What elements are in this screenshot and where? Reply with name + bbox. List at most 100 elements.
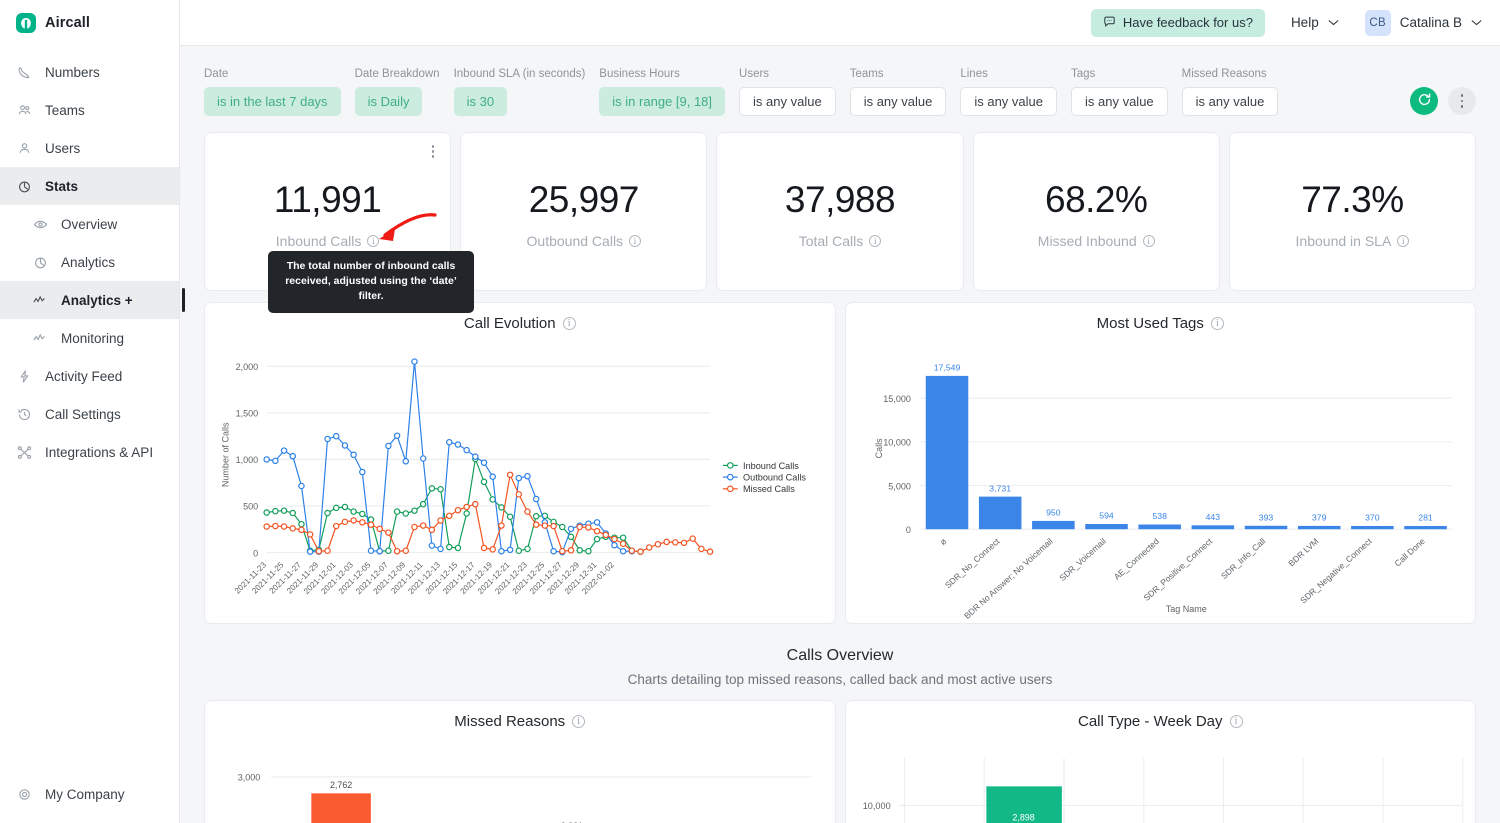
svg-text:1,500: 1,500	[236, 409, 259, 419]
sidebar-item-label: Analytics	[61, 254, 116, 270]
svg-text:2,898: 2,898	[1012, 812, 1034, 822]
kpi-label-row: Total Calls i	[799, 233, 882, 249]
filter-label: Users	[739, 68, 770, 80]
brand[interactable]: Aircall	[0, 0, 179, 46]
refresh-icon	[1417, 92, 1432, 110]
sidebar-item-stats[interactable]: Stats	[0, 167, 179, 205]
svg-text:0: 0	[905, 525, 910, 535]
sidebar-item-label: Stats	[45, 178, 79, 194]
svg-text:ø: ø	[937, 536, 948, 547]
filter-value-teams[interactable]: is any value	[849, 87, 947, 116]
svg-text:SDR_Info_Call: SDR_Info_Call	[1218, 536, 1267, 581]
info-icon[interactable]: i	[629, 234, 642, 247]
sidebar-item-call-settings[interactable]: Call Settings	[0, 395, 179, 433]
sidebar-item-activity-feed[interactable]: Activity Feed	[0, 357, 179, 395]
help-menu[interactable]: Help	[1291, 15, 1339, 30]
user-menu[interactable]: CB Catalina B	[1364, 9, 1482, 36]
sidebar-item-overview[interactable]: Overview	[0, 205, 179, 243]
refresh-button[interactable]	[1410, 87, 1438, 115]
section-subtitle: Charts detailing top missed reasons, cal…	[627, 672, 1053, 687]
svg-text:5,000: 5,000	[888, 481, 911, 491]
chart-title-row: Call Type - Week Day i	[846, 701, 1476, 730]
chart-card-missed-reasons: Missed Reasons i 3,000Calls2,7622,221	[204, 700, 836, 823]
info-icon[interactable]: i	[1142, 234, 1155, 247]
filter-value-missed-reasons[interactable]: is any value	[1181, 87, 1279, 116]
filter-actions	[1410, 87, 1476, 116]
filter-value-date[interactable]: is in the last 7 days	[204, 87, 341, 116]
info-icon[interactable]: i	[367, 234, 380, 247]
sidebar-item-users[interactable]: Users	[0, 129, 179, 167]
svg-text:Number of Calls: Number of Calls	[220, 422, 230, 487]
most-used-tags-chart[interactable]: 0 5,000 10,000 15,000 Calls 17,549 ø 3,731 SDR_N…	[846, 332, 1476, 624]
calls-overview-section-header: Calls Overview Charts detailing top miss…	[204, 647, 1476, 687]
sidebar-item-label: Users	[45, 140, 81, 156]
info-icon[interactable]: i	[1397, 234, 1410, 247]
svg-text:0: 0	[253, 548, 258, 558]
call-type-week-day-chart[interactable]: 10,000 2,898	[846, 730, 1476, 823]
sidebar-bottom: My Company	[0, 775, 179, 823]
svg-text:10,000: 10,000	[862, 801, 890, 811]
chart-title-row: Most Used Tags i	[846, 303, 1476, 332]
stats-icon	[16, 178, 32, 194]
filter-label: Business Hours	[599, 68, 680, 80]
filter-value-users[interactable]: is any value	[739, 87, 836, 116]
history-icon	[16, 406, 32, 422]
filter-lines: Lines is any value	[960, 68, 1057, 116]
chart-title: Most Used Tags	[1096, 315, 1204, 332]
svg-text:1,000: 1,000	[236, 455, 259, 465]
chevron-down-icon	[1471, 19, 1482, 26]
missed-reasons-chart[interactable]: 3,000Calls2,7622,221	[205, 730, 835, 823]
chart-card-most-used-tags: Most Used Tags i 0 5,000 10,000 15,000 Calls…	[844, 302, 1476, 624]
sidebar-item-my-company[interactable]: My Company	[0, 775, 179, 813]
info-icon[interactable]: i	[869, 234, 882, 247]
svg-text:370: 370	[1365, 513, 1380, 523]
more-options-button[interactable]	[1448, 87, 1476, 115]
sidebar-item-numbers[interactable]: Numbers	[0, 53, 179, 91]
sidebar-item-teams[interactable]: Teams	[0, 91, 179, 129]
filter-value-business-hours[interactable]: is in range [9, 18]	[599, 87, 726, 116]
kpi-cards: 11,991 Inbound Calls i The total number …	[204, 132, 1477, 313]
svg-text:BDR No Answer; No Voicemail: BDR No Answer; No Voicemail	[961, 536, 1054, 621]
content-scroll: Date is in the last 7 days Date Breakdow…	[180, 46, 1500, 823]
section-title: Calls Overview	[786, 647, 894, 664]
sidebar-item-monitoring[interactable]: Monitoring	[0, 319, 179, 357]
svg-text:594: 594	[1099, 511, 1114, 521]
svg-text:17,549: 17,549	[933, 363, 960, 373]
info-tooltip: The total number of inbound calls receiv…	[268, 251, 474, 313]
info-icon[interactable]: i	[1229, 715, 1243, 728]
filter-label: Tags	[1071, 68, 1096, 80]
svg-text:AE_Connected: AE_Connected	[1111, 536, 1160, 582]
feedback-button[interactable]: Have feedback for us?	[1090, 8, 1265, 37]
company-icon	[16, 786, 32, 802]
svg-text:3,731: 3,731	[989, 483, 1011, 493]
info-icon[interactable]: i	[572, 715, 586, 728]
svg-text:2,762: 2,762	[330, 780, 352, 790]
info-icon[interactable]: i	[1210, 317, 1224, 330]
kpi-value: 77.3%	[1301, 178, 1404, 220]
svg-text:3,000: 3,000	[238, 773, 261, 783]
kpi-label-row: Inbound Calls i	[276, 233, 380, 249]
kpi-card-inbound-calls: 11,991 Inbound Calls i The total number …	[204, 132, 474, 313]
kpi-menu-button[interactable]	[431, 145, 435, 161]
svg-text:538: 538	[1152, 511, 1167, 521]
sidebar-item-label: Overview	[61, 216, 118, 232]
info-icon[interactable]: i	[562, 317, 576, 330]
sidebar-item-analytics-plus[interactable]: Analytics +	[0, 281, 185, 319]
kpi-value: 37,988	[784, 178, 896, 220]
filter-value-lines[interactable]: is any value	[960, 87, 1057, 116]
kpi-label: Inbound in SLA	[1295, 232, 1392, 249]
kpi-card-outbound-calls: 25,997 Outbound Calls i	[460, 132, 708, 291]
sidebar-item-integrations-api[interactable]: Integrations & API	[0, 433, 179, 471]
svg-text:Outbound Calls: Outbound Calls	[743, 473, 806, 483]
sidebar-item-label: My Company	[45, 786, 125, 802]
integrations-icon	[16, 444, 32, 460]
filter-value-date-breakdown[interactable]: is Daily	[354, 87, 423, 116]
svg-text:Call Done: Call Done	[1392, 536, 1427, 569]
sidebar-item-analytics[interactable]: Analytics	[0, 243, 179, 281]
call-evolution-chart[interactable]: 05001,0001,5002,000Number of Calls2021-1…	[205, 332, 835, 624]
svg-text:Calls: Calls	[874, 438, 884, 459]
filter-value-tags[interactable]: is any value	[1071, 87, 1168, 116]
filter-value-inbound-sla[interactable]: is 30	[453, 87, 508, 116]
svg-text:SDR_No_Connect: SDR_No_Connect	[942, 536, 1001, 591]
